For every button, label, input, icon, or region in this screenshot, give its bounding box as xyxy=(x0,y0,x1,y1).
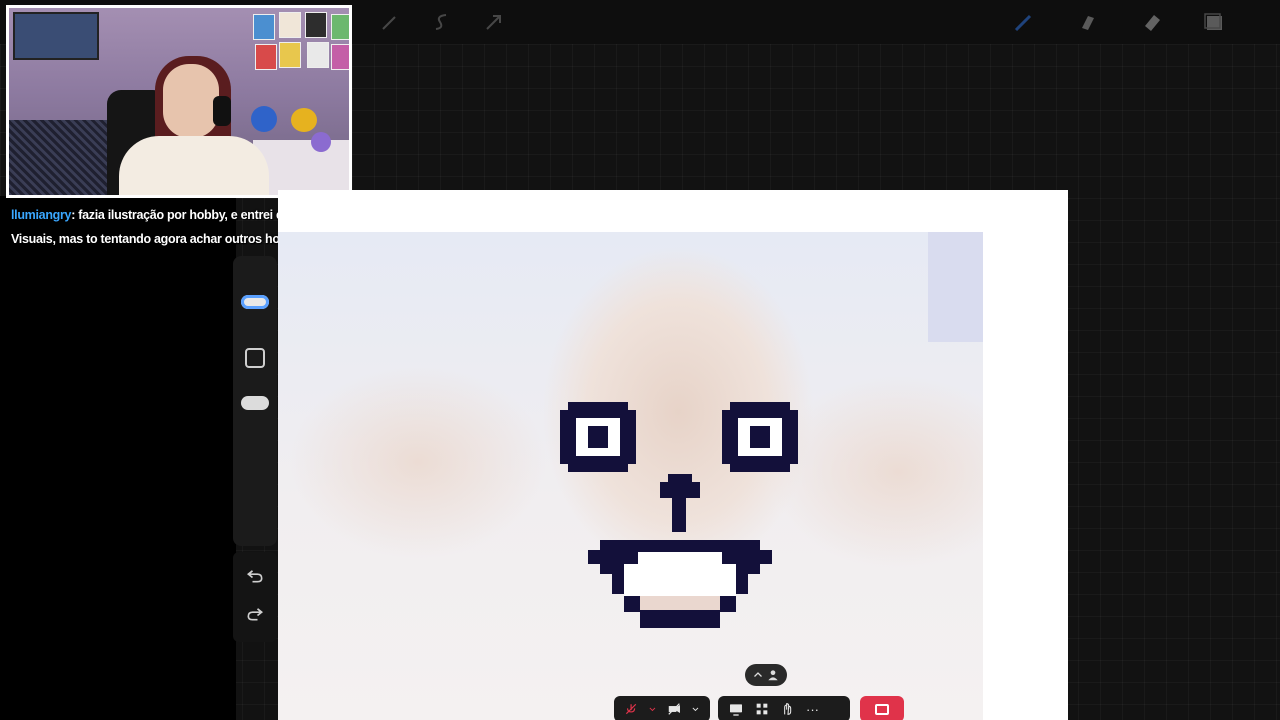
mouth xyxy=(640,612,720,628)
brush-icon[interactable] xyxy=(1012,10,1036,34)
poster xyxy=(255,44,277,70)
video-off-icon[interactable] xyxy=(667,701,681,717)
left-pupil xyxy=(588,426,608,448)
opacity-slider[interactable] xyxy=(241,396,269,410)
chevron-down-icon[interactable] xyxy=(648,704,657,714)
streamer-face xyxy=(163,64,219,138)
modify-square-icon[interactable] xyxy=(245,348,265,368)
move-arrow-icon[interactable] xyxy=(482,10,506,34)
mouth xyxy=(600,540,760,552)
mic-off-icon[interactable] xyxy=(624,701,638,717)
layers-icon[interactable] xyxy=(1202,10,1226,34)
nose xyxy=(672,498,686,532)
bed xyxy=(9,120,119,195)
wall-photo xyxy=(13,12,99,60)
right-eye-outline xyxy=(730,464,790,472)
chevron-up-icon xyxy=(754,672,762,677)
leave-call-glyph xyxy=(875,703,889,715)
poster xyxy=(279,42,301,68)
poster xyxy=(253,14,275,40)
left-eye-outline xyxy=(568,464,628,472)
chat-username: llumiangry xyxy=(11,208,72,222)
poster xyxy=(279,12,301,38)
selection-icon[interactable] xyxy=(430,10,454,34)
chat-panel xyxy=(0,196,236,720)
eraser-icon[interactable] xyxy=(1140,10,1164,34)
mouth-inner xyxy=(624,564,736,596)
left-eye-outline xyxy=(568,402,628,410)
leave-call-icon[interactable] xyxy=(860,696,904,720)
mouth-inner xyxy=(638,552,722,564)
poster xyxy=(307,42,329,68)
webcam-feed xyxy=(6,5,352,198)
chevron-down-icon[interactable] xyxy=(691,704,700,714)
nose xyxy=(668,474,692,482)
participants-icon xyxy=(768,670,778,681)
smudge-icon[interactable] xyxy=(1076,10,1100,34)
share-screen-icon[interactable] xyxy=(728,701,744,717)
more-icon[interactable]: ··· xyxy=(806,702,819,717)
nose xyxy=(660,482,700,498)
streamer-shirt xyxy=(119,136,269,195)
redo-icon[interactable] xyxy=(245,603,267,625)
poster xyxy=(331,14,349,40)
mouth-inner xyxy=(640,596,720,610)
poster xyxy=(331,44,349,70)
headset xyxy=(213,96,231,126)
brush-size-slider[interactable] xyxy=(241,295,269,309)
media-controls xyxy=(614,696,710,720)
undo-icon[interactable] xyxy=(245,565,267,587)
magic-wand-icon[interactable] xyxy=(378,10,402,34)
reactions-icon[interactable] xyxy=(780,701,796,717)
gesture-pill[interactable] xyxy=(745,664,787,686)
right-pupil xyxy=(750,426,770,448)
plush-toy xyxy=(291,108,317,132)
apps-icon[interactable] xyxy=(754,701,770,717)
plush-toy xyxy=(251,106,277,132)
plush-toy xyxy=(311,132,331,152)
meeting-actions: ··· xyxy=(718,696,850,720)
pixel-art-face xyxy=(560,402,798,628)
poster xyxy=(305,12,327,38)
right-eye-outline xyxy=(730,402,790,410)
